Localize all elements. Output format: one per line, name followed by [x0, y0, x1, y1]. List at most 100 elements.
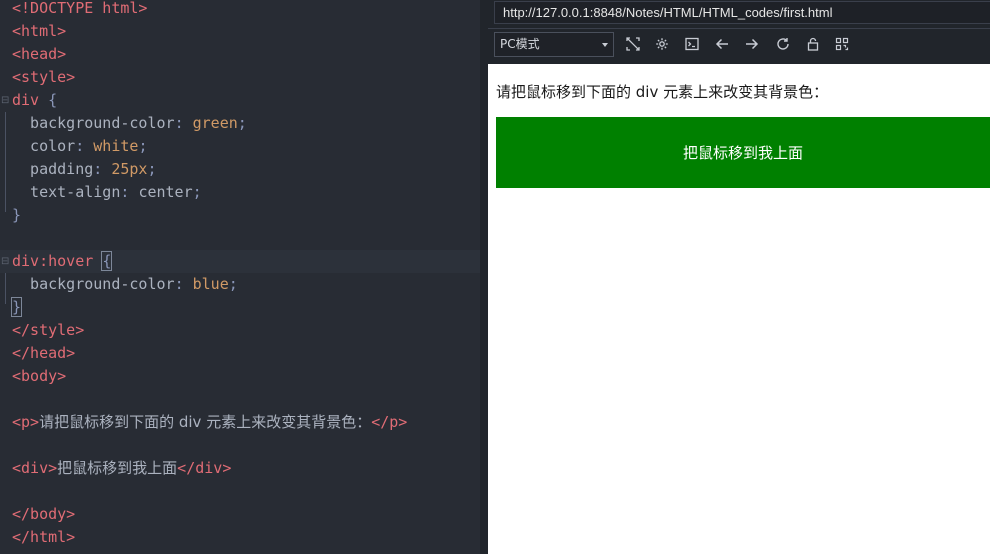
screenshot-icon[interactable]: [624, 35, 642, 53]
code-line[interactable]: </style>: [0, 319, 480, 342]
settings-icon[interactable]: [653, 35, 671, 53]
code-token: ;: [228, 275, 238, 293]
code-line[interactable]: <!DOCTYPE html>: [0, 0, 480, 20]
lock-icon[interactable]: [804, 35, 822, 53]
preview-toolbar: PC模式: [488, 29, 990, 64]
code-line-text: </style>: [12, 319, 84, 342]
code-line[interactable]: div {: [0, 89, 480, 112]
code-token: background-color: [12, 275, 175, 293]
code-editor[interactable]: <!DOCTYPE html> <html> <head> <style> div { …: [0, 0, 480, 554]
code-token: <html>: [12, 22, 67, 40]
hover-target-div[interactable]: 把鼠标移到我上面: [496, 117, 990, 188]
code-line[interactable]: [0, 227, 480, 250]
qrcode-icon[interactable]: [833, 35, 851, 53]
code-token: {: [48, 91, 58, 109]
code-line-text: <style>: [12, 66, 75, 89]
mode-select[interactable]: PC模式: [494, 32, 614, 57]
code-line[interactable]: background-color: green;: [0, 112, 480, 135]
code-token: <div>: [12, 459, 58, 477]
code-token: }: [10, 297, 23, 317]
code-token: </html>: [12, 528, 76, 546]
code-line-text: div:hover {: [12, 250, 113, 273]
code-line-text: background-color: green;: [12, 112, 247, 135]
code-token: <p>: [12, 413, 40, 431]
code-line[interactable]: [0, 388, 480, 411]
code-line[interactable]: <style>: [0, 66, 480, 89]
pane-splitter[interactable]: [480, 0, 491, 554]
code-token: :: [174, 114, 193, 132]
page-paragraph: 请把鼠标移到下面的 div 元素上来改变其背景色：: [496, 83, 829, 101]
forward-arrow-icon[interactable]: [743, 35, 761, 53]
code-token: <style>: [12, 68, 76, 86]
code-token: <!DOCTYPE html>: [12, 0, 148, 17]
code-token: green: [192, 114, 238, 132]
reload-icon[interactable]: [774, 35, 792, 53]
code-line-text: }: [12, 204, 21, 227]
code-token: 请把鼠标移到下面的 div 元素上来改变其背景色：: [39, 413, 372, 431]
fold-guide: [5, 112, 6, 212]
code-line[interactable]: </body>: [0, 503, 480, 526]
code-line[interactable]: <p>请把鼠标移到下面的 div 元素上来改变其背景色：</p>: [0, 411, 480, 434]
code-token: </head>: [12, 344, 76, 362]
fold-toggle-icon[interactable]: ⊟: [1, 250, 9, 273]
code-token: }: [12, 206, 22, 224]
code-line[interactable]: <div>把鼠标移到我上面</div>: [0, 457, 480, 480]
code-token: ;: [192, 183, 202, 201]
code-line[interactable]: background-color: blue;: [0, 273, 480, 296]
code-line[interactable]: <body>: [0, 365, 480, 388]
code-token: :: [75, 137, 94, 155]
code-token: <head>: [12, 45, 67, 63]
code-line[interactable]: [0, 480, 480, 503]
code-line[interactable]: <html>: [0, 20, 480, 43]
code-token: color: [12, 137, 76, 155]
mode-select-value: PC模式: [500, 37, 540, 51]
code-line[interactable]: [0, 434, 480, 457]
code-token: :: [120, 183, 139, 201]
code-token: </body>: [12, 505, 76, 523]
code-token: </div>: [177, 459, 232, 477]
code-line[interactable]: <head>: [0, 43, 480, 66]
code-token: 25px: [111, 160, 148, 178]
code-line-text: <p>请把鼠标移到下面的 div 元素上来改变其背景色：</p>: [12, 411, 407, 434]
back-arrow-icon[interactable]: [713, 35, 731, 53]
code-line-text: <!DOCTYPE html>: [12, 0, 147, 20]
code-token: div:hover: [12, 252, 103, 270]
console-icon[interactable]: [683, 35, 701, 53]
code-token: text-align: [12, 183, 121, 201]
code-token: div: [12, 91, 49, 109]
code-token: center: [138, 183, 193, 201]
code-line[interactable]: div:hover {: [0, 250, 480, 273]
code-line[interactable]: padding: 25px;: [0, 158, 480, 181]
code-line-text: <html>: [12, 20, 66, 43]
code-token: ;: [147, 160, 157, 178]
code-line[interactable]: }: [0, 204, 480, 227]
code-line-text: <head>: [12, 43, 66, 66]
code-line-text: padding: 25px;: [12, 158, 157, 181]
code-line-text: background-color: blue;: [12, 273, 238, 296]
url-input[interactable]: http://127.0.0.1:8848/Notes/HTML/HTML_co…: [494, 1, 990, 24]
code-token: 把鼠标移到我上面: [57, 459, 178, 477]
code-line[interactable]: color: white;: [0, 135, 480, 158]
code-line[interactable]: </html>: [0, 526, 480, 549]
code-line[interactable]: text-align: center;: [0, 181, 480, 204]
code-line-text: }: [10, 296, 23, 319]
code-line-text: text-align: center;: [12, 181, 202, 204]
hover-target-text: 把鼠标移到我上面: [682, 144, 803, 162]
code-line-text: color: white;: [12, 135, 147, 158]
preview-browser: http://127.0.0.1:8848/Notes/HTML/HTML_co…: [488, 0, 990, 554]
code-token: :: [174, 275, 193, 293]
code-line-text: <div>把鼠标移到我上面</div>: [12, 457, 231, 480]
code-line[interactable]: </head>: [0, 342, 480, 365]
code-token: </style>: [12, 321, 85, 339]
page-viewport: 请把鼠标移到下面的 div 元素上来改变其背景色： 把鼠标移到我上面: [488, 64, 990, 554]
code-line-text: div {: [12, 89, 57, 112]
fold-guide: [5, 273, 6, 304]
code-line-text: <body>: [12, 365, 66, 388]
fold-toggle-icon[interactable]: ⊟: [1, 89, 9, 112]
code-token: :: [93, 160, 112, 178]
code-token: <body>: [12, 367, 67, 385]
code-line[interactable]: }: [0, 296, 480, 319]
code-token: ;: [237, 114, 247, 132]
code-token: background-color: [12, 114, 175, 132]
chevron-down-icon: [602, 43, 608, 47]
